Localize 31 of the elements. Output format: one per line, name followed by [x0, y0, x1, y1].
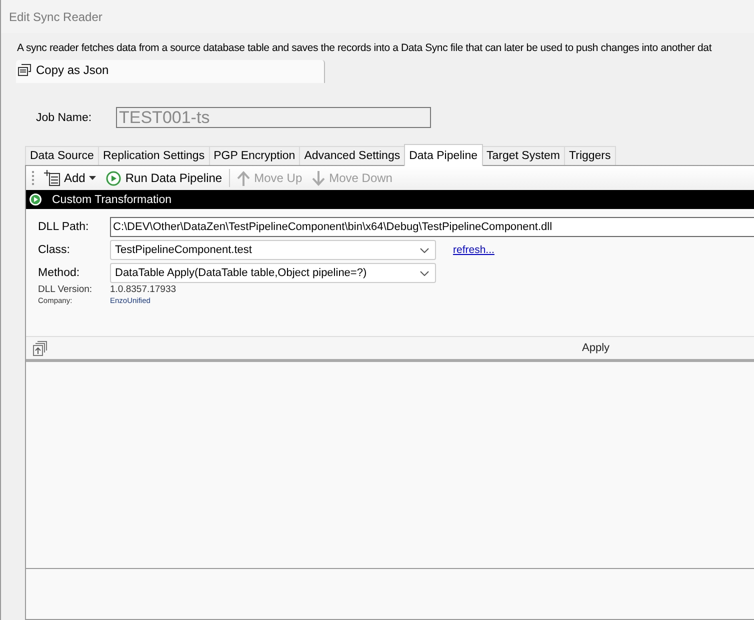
- apply-button[interactable]: Apply: [578, 340, 614, 356]
- class-label: Class:: [38, 244, 71, 256]
- window-title: Edit Sync Reader: [9, 10, 102, 24]
- grip-icon: [32, 170, 35, 186]
- method-label: Method:: [38, 267, 81, 279]
- add-button[interactable]: Add: [41, 168, 100, 188]
- step-title: Custom Transformation: [52, 194, 172, 206]
- play-icon: [29, 193, 42, 206]
- tab[interactable]: Triggers: [564, 146, 616, 165]
- copy-icon: [18, 64, 31, 76]
- dll-version-value: 1.0.8357.17933: [110, 284, 176, 295]
- dll-path-label: DLL Path:: [38, 221, 90, 233]
- chevron-down-icon: [420, 248, 429, 252]
- method-dropdown[interactable]: DataTable Apply(DataTable table,Object pipeline=?): [110, 263, 436, 283]
- caret-icon: [89, 176, 96, 180]
- step-header-bar[interactable]: Custom Transformation: [26, 190, 754, 209]
- tab[interactable]: Data Source: [25, 146, 99, 165]
- chevron-down-icon: [420, 270, 429, 276]
- tab[interactable]: Data Pipeline: [404, 144, 483, 166]
- arrow-down-icon: [312, 170, 326, 186]
- description-text: A sync reader fetches data from a source database table and saves the records into a Data Sync file that can later be used to push changes into another dat: [17, 42, 713, 54]
- dll-version-label: DLL Version:: [38, 284, 94, 295]
- refresh-link[interactable]: refresh...: [453, 244, 494, 256]
- dll-path-field[interactable]: C:\DEV\Other\DataZen\TestPipelineComponent\bin\x64\Debug\TestPipelineComponent.dll: [110, 217, 754, 237]
- stacked-pages-icon: [32, 340, 47, 356]
- class-dropdown[interactable]: TestPipelineComponent.test: [110, 240, 436, 260]
- add-list-icon: [44, 170, 60, 186]
- run-button[interactable]: Run Data Pipeline: [103, 168, 226, 188]
- arrow-up-icon: [237, 170, 250, 186]
- play-icon: [106, 170, 122, 186]
- job-name-label: Job Name:: [36, 112, 93, 124]
